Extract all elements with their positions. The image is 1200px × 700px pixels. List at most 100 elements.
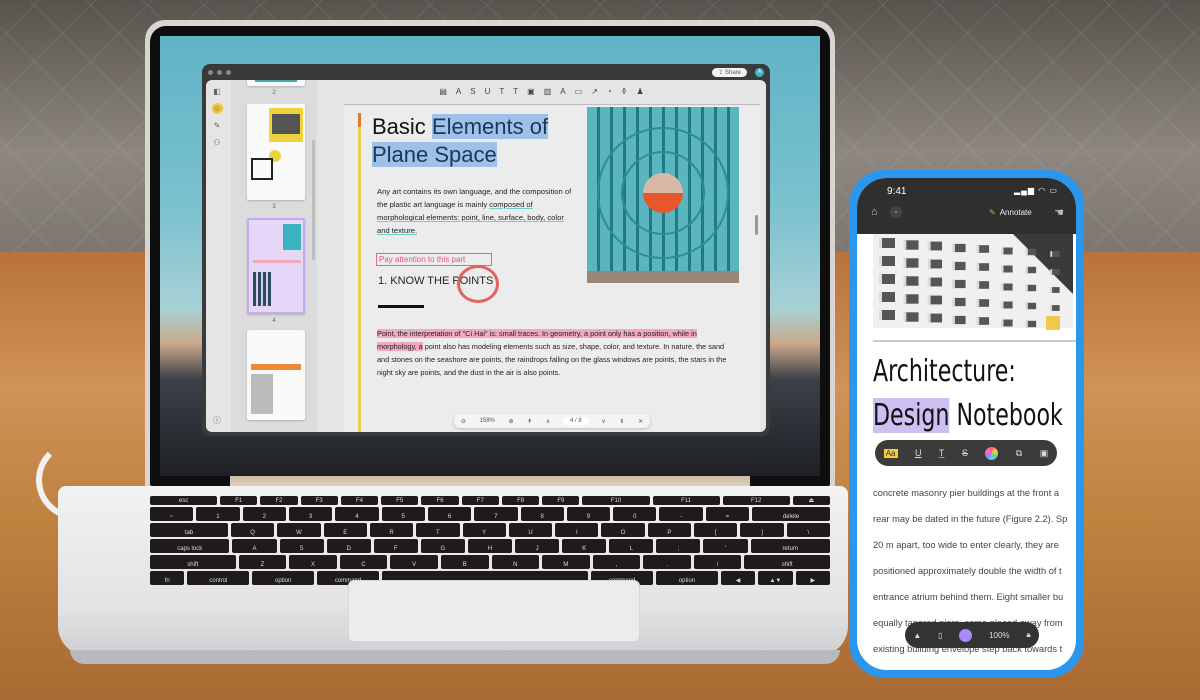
shape-icon[interactable]: ↗ bbox=[591, 87, 598, 96]
annotate-button[interactable]: ✎ Annotate bbox=[989, 208, 1032, 217]
key[interactable]: K bbox=[562, 539, 607, 553]
key[interactable]: ▶ bbox=[795, 571, 830, 585]
key[interactable]: M bbox=[542, 555, 590, 569]
key[interactable]: return bbox=[750, 539, 830, 553]
key[interactable]: . bbox=[643, 555, 691, 569]
comments-icon[interactable]: ☺ bbox=[211, 103, 223, 114]
organize-icon[interactable]: ⚇ bbox=[212, 137, 223, 148]
key[interactable]: F11 bbox=[652, 496, 720, 505]
key[interactable]: G bbox=[420, 539, 465, 553]
avatar[interactable]: A bbox=[755, 67, 764, 77]
key[interactable]: R bbox=[369, 523, 414, 537]
chevron-down-icon[interactable]: ⌄ bbox=[890, 206, 902, 218]
thumbnail-page-2[interactable] bbox=[247, 80, 305, 86]
color-swatch[interactable] bbox=[959, 628, 973, 642]
key[interactable]: F3 bbox=[300, 496, 338, 505]
eraser-icon[interactable]: ▯ bbox=[938, 631, 942, 640]
key[interactable]: V bbox=[390, 555, 438, 569]
key[interactable]: N bbox=[491, 555, 540, 569]
key[interactable]: shift bbox=[744, 555, 831, 569]
key[interactable]: - bbox=[659, 507, 703, 521]
highlight-icon[interactable]: A bbox=[456, 87, 461, 96]
key[interactable]: O bbox=[601, 523, 645, 537]
title-highlight[interactable]: Design bbox=[873, 398, 950, 433]
next-page-icon[interactable]: ∨ bbox=[601, 418, 605, 425]
edit-icon[interactable]: ✎ bbox=[212, 120, 223, 131]
pen-icon[interactable]: ▲ bbox=[913, 631, 921, 640]
key[interactable]: \ bbox=[786, 523, 831, 537]
close-button[interactable] bbox=[208, 69, 213, 75]
key[interactable]: 6 bbox=[427, 507, 472, 521]
key[interactable]: Z bbox=[238, 555, 287, 569]
key[interactable]: ~ bbox=[150, 507, 194, 521]
home-icon[interactable]: ⌂ bbox=[871, 206, 878, 218]
title-highlight[interactable]: Plane Space bbox=[372, 142, 497, 167]
key[interactable]: [ bbox=[694, 523, 738, 537]
key[interactable]: / bbox=[693, 555, 742, 569]
callout-icon[interactable]: ▥ bbox=[544, 87, 552, 96]
strikethrough-icon[interactable]: S bbox=[470, 87, 475, 96]
key[interactable]: 2 bbox=[242, 507, 286, 521]
last-page-icon[interactable]: ⇟ bbox=[619, 418, 624, 425]
key[interactable]: U bbox=[508, 523, 553, 537]
signature-icon[interactable]: ♟ bbox=[636, 87, 643, 96]
key[interactable]: esc bbox=[150, 496, 218, 505]
key[interactable]: ] bbox=[740, 523, 784, 537]
zoom-in-icon[interactable]: ⊕ bbox=[509, 418, 514, 425]
sticky-note-annotation[interactable] bbox=[1046, 316, 1060, 330]
key[interactable]: control bbox=[187, 571, 250, 585]
key[interactable]: tab bbox=[150, 523, 228, 537]
key[interactable]: , bbox=[592, 555, 641, 569]
trackpad[interactable] bbox=[348, 580, 640, 642]
key[interactable]: ▲▼ bbox=[758, 571, 793, 585]
key[interactable]: I bbox=[555, 523, 599, 537]
squiggly-tool[interactable]: T bbox=[939, 448, 945, 458]
key[interactable]: 5 bbox=[381, 507, 425, 521]
key[interactable]: ◀ bbox=[720, 571, 756, 585]
key[interactable]: F7 bbox=[461, 496, 499, 505]
key[interactable]: option bbox=[252, 571, 315, 585]
key[interactable]: F6 bbox=[421, 496, 459, 505]
key[interactable]: P bbox=[647, 523, 692, 537]
color-picker-icon[interactable] bbox=[985, 446, 999, 460]
title-highlight[interactable]: Elements of bbox=[431, 114, 549, 139]
key[interactable]: F5 bbox=[381, 496, 419, 505]
stamp-icon[interactable]: ⚱ bbox=[621, 87, 628, 96]
thumbnail-scrollbar[interactable] bbox=[312, 140, 315, 260]
zoom-level[interactable]: 158% bbox=[480, 418, 495, 424]
document-title[interactable]: Basic Elements of Plane Space bbox=[372, 113, 572, 169]
key[interactable]: F8 bbox=[501, 496, 540, 505]
key[interactable]: fn bbox=[150, 571, 185, 585]
minimize-button[interactable] bbox=[217, 69, 222, 75]
thumbnail-page-4-selected[interactable] bbox=[247, 218, 305, 314]
lock-icon[interactable]: 🔒︎ bbox=[1026, 630, 1030, 640]
copy-icon[interactable]: ⧉ bbox=[1016, 448, 1022, 459]
key[interactable]: F4 bbox=[340, 496, 379, 505]
text-icon[interactable]: T bbox=[513, 87, 518, 96]
key[interactable]: T bbox=[416, 523, 460, 537]
key[interactable]: Y bbox=[462, 523, 506, 537]
key[interactable]: C bbox=[339, 555, 388, 569]
key[interactable]: B bbox=[440, 555, 489, 569]
key[interactable]: 3 bbox=[288, 507, 333, 521]
key[interactable]: F bbox=[373, 539, 418, 553]
strikethrough-tool[interactable]: S bbox=[962, 448, 968, 458]
note-icon[interactable]: ▤ bbox=[439, 87, 447, 96]
key[interactable]: E bbox=[323, 523, 367, 537]
pencil-icon[interactable]: A bbox=[560, 87, 565, 96]
first-page-icon[interactable]: ⇞ bbox=[527, 418, 532, 425]
key[interactable]: ; bbox=[656, 539, 701, 553]
key[interactable]: option bbox=[656, 571, 718, 585]
highlight-tool[interactable]: Aa bbox=[883, 448, 898, 458]
key[interactable]: 0 bbox=[613, 507, 657, 521]
sticker-icon[interactable]: ◔ bbox=[607, 87, 612, 96]
thumbnail-page-5[interactable] bbox=[247, 330, 305, 420]
key[interactable]: S bbox=[279, 539, 324, 553]
text-note-annotation[interactable]: Pay attention to this part bbox=[376, 253, 492, 266]
circle-annotation[interactable] bbox=[457, 265, 499, 303]
key[interactable]: L bbox=[609, 539, 654, 553]
maximize-button[interactable] bbox=[226, 69, 231, 75]
key[interactable]: W bbox=[277, 523, 321, 537]
info-icon[interactable]: ⓘ bbox=[212, 415, 223, 426]
key[interactable]: J bbox=[515, 539, 560, 553]
